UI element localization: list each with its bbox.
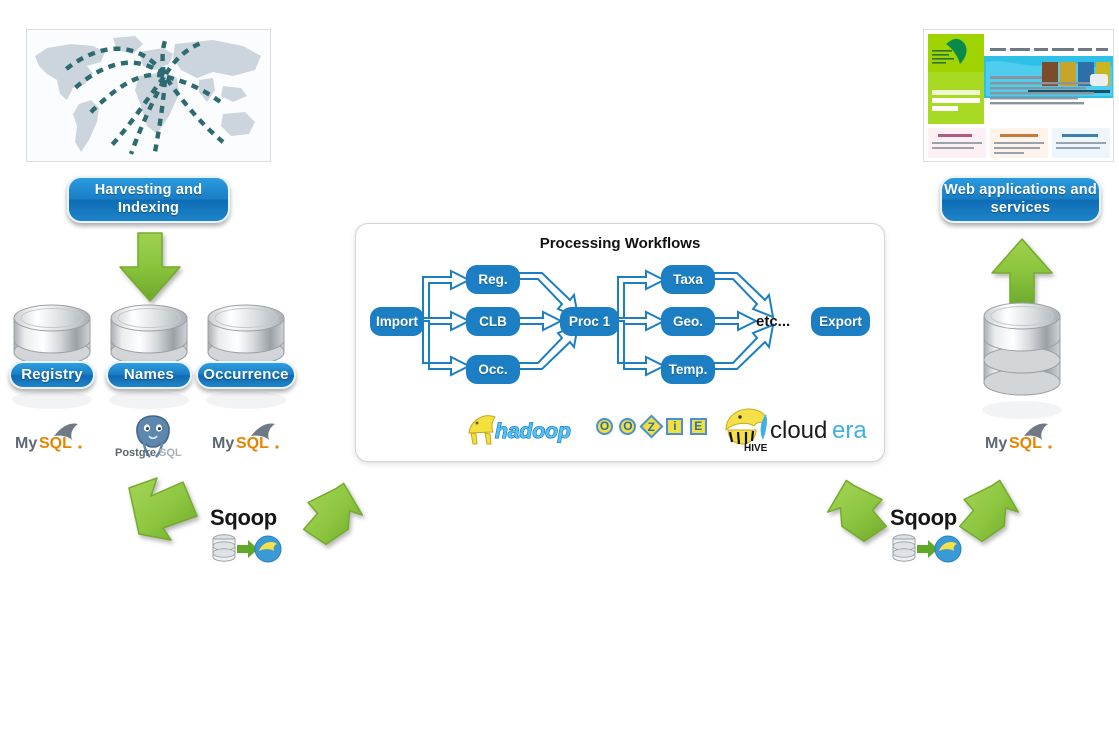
- mysql-logo-right: My SQL: [984, 420, 1058, 454]
- db-label-text: Names: [123, 366, 175, 384]
- cloudera-logo: cloud era: [756, 410, 881, 448]
- harvesting-button-label: Harvesting and Indexing: [94, 182, 203, 216]
- node-label: Occ.: [478, 362, 508, 377]
- svg-text:My: My: [985, 435, 1007, 452]
- node-label: Temp.: [668, 362, 708, 377]
- green-arrow-export-to-sqoop: [818, 478, 894, 551]
- database-names: [105, 300, 193, 412]
- workflow-node-export[interactable]: Export: [811, 307, 870, 336]
- svg-text:era: era: [832, 417, 867, 444]
- green-arrow-sqoop-to-workflows: [296, 481, 372, 554]
- mysql-logo-registry: My SQL: [14, 420, 88, 454]
- svg-text:Postgre: Postgre: [115, 447, 156, 459]
- svg-text:My: My: [212, 435, 234, 452]
- node-label: Proc 1: [568, 314, 611, 329]
- db-label-text: Occurrence: [203, 366, 289, 384]
- sqoop-label-right: Sqoop: [890, 505, 957, 530]
- svg-text:SQL: SQL: [159, 447, 182, 459]
- oozie-cell: i: [666, 417, 684, 435]
- workflow-node-reg[interactable]: Reg.: [466, 265, 520, 294]
- world-map-harvesting-thumbnail: [26, 29, 271, 162]
- workflow-node-clb[interactable]: CLB: [466, 307, 520, 336]
- database-names-label[interactable]: Names: [106, 361, 192, 389]
- workflow-etc-label: etc...: [756, 313, 791, 330]
- workflow-node-import[interactable]: Import: [370, 307, 424, 336]
- web-applications-and-services-button[interactable]: Web applications and services: [940, 176, 1101, 223]
- processing-workflows-panel: Processing Workflows Import Reg. CLB Occ…: [355, 223, 885, 462]
- node-label: Taxa: [673, 272, 703, 287]
- svg-text:My: My: [15, 435, 37, 452]
- oozie-logo: O O Z i E: [596, 413, 709, 439]
- node-label: Export: [819, 314, 862, 329]
- node-label: Import: [376, 314, 418, 329]
- workflow-node-occ[interactable]: Occ.: [466, 355, 520, 384]
- green-arrow-sqoop-to-db-right: [952, 478, 1028, 551]
- database-occurrence-label[interactable]: Occurrence: [196, 361, 296, 389]
- database-right-mysql: [978, 298, 1066, 424]
- postgresql-logo-names: Postgre SQL: [113, 415, 193, 459]
- db-label-text: Registry: [21, 366, 83, 384]
- svg-text:SQL: SQL: [236, 435, 269, 452]
- oozie-cell: O: [596, 417, 613, 435]
- node-label: Geo.: [672, 314, 703, 329]
- harvesting-and-indexing-button[interactable]: Harvesting and Indexing: [67, 176, 230, 223]
- gbif-data-portal-thumbnail: [923, 29, 1114, 162]
- sqoop-label-left: Sqoop: [210, 505, 277, 530]
- database-registry: [8, 300, 96, 412]
- sqoop-icon-left: [210, 530, 282, 568]
- green-arrow-down-harvest: [116, 231, 184, 308]
- node-label: CLB: [479, 314, 507, 329]
- oozie-cell: O: [619, 417, 637, 435]
- workflow-node-geo[interactable]: Geo.: [661, 307, 715, 336]
- workflow-node-proc1[interactable]: Proc 1: [560, 307, 619, 336]
- database-registry-label[interactable]: Registry: [9, 361, 95, 389]
- node-label: Reg.: [478, 272, 508, 287]
- mysql-logo-occurrence: My SQL: [211, 420, 285, 454]
- svg-text:hadoop: hadoop: [495, 420, 571, 443]
- svg-text:SQL: SQL: [39, 435, 72, 452]
- hadoop-logo: hadoop: [465, 411, 585, 447]
- green-arrow-db-to-sqoop-left: [123, 472, 203, 549]
- web-applications-button-label: Web applications and services: [944, 182, 1097, 216]
- svg-text:SQL: SQL: [1009, 435, 1042, 452]
- svg-text:cloud: cloud: [770, 417, 827, 444]
- database-occurrence: [202, 300, 290, 412]
- oozie-cell: Z: [639, 413, 664, 439]
- oozie-cell: E: [689, 417, 707, 435]
- workflow-node-taxa[interactable]: Taxa: [661, 265, 715, 294]
- workflow-node-temp[interactable]: Temp.: [661, 355, 715, 384]
